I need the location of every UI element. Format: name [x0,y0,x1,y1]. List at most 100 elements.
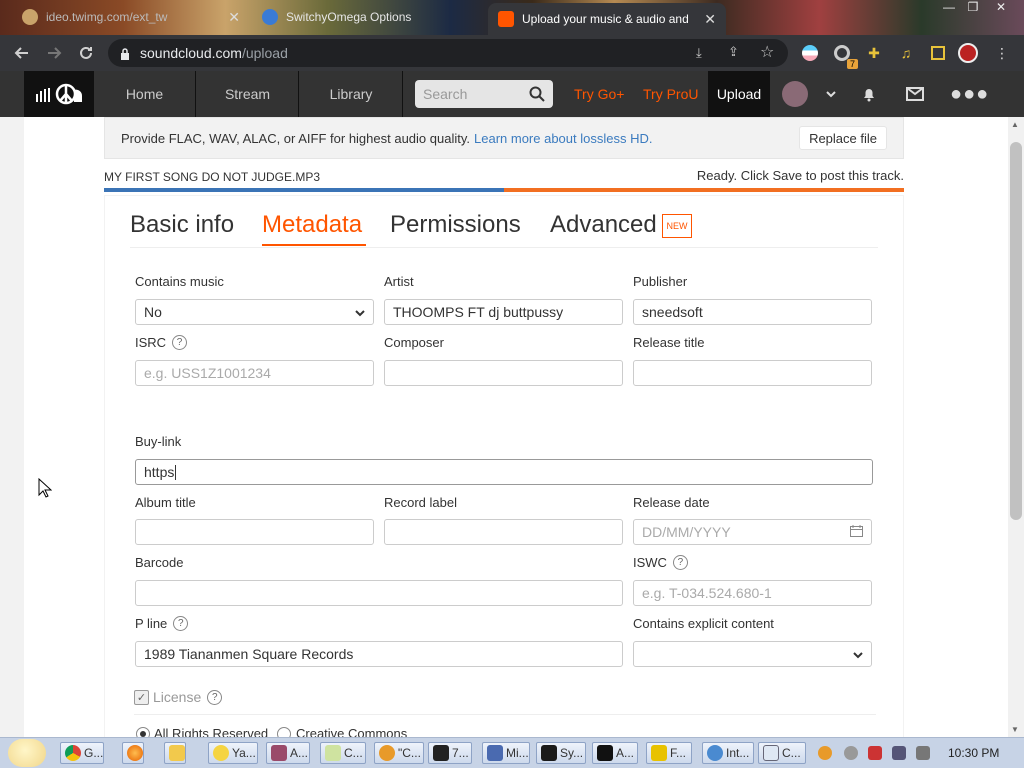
extension-badge-icon[interactable]: 7 [832,43,858,69]
barcode-field[interactable] [135,580,623,606]
explicit-content-label: Contains explicit content [633,616,774,631]
explicit-content-select[interactable] [633,641,872,667]
scroll-up-icon[interactable]: ▲ [1011,120,1019,129]
help-icon[interactable]: ? [172,335,188,350]
taskbar-clock[interactable]: 10:30 PM [948,746,999,760]
taskbar-item-chrome[interactable]: G... [60,742,104,764]
chart-app-icon [541,745,557,761]
nav-home[interactable]: Home [94,71,196,117]
tab-metadata[interactable]: Metadata [262,211,362,239]
side-panel-icon[interactable] [928,43,948,63]
taskbar-item-a1[interactable]: A... [266,742,310,764]
taskbar-item-internet[interactable]: Int... [702,742,754,764]
calendar-icon[interactable] [850,524,863,540]
close-window-icon[interactable]: ✕ [990,0,1012,16]
lossless-learn-more-link[interactable]: Learn more about lossless HD. [474,131,652,146]
browser-tab-soundcloud[interactable]: Upload your music & audio and ✕ [488,3,726,35]
p-line-label-text: P line [135,616,168,631]
soundcloud-header: Home Stream Library Search Try Go+ Try P… [0,71,1024,117]
nav-library[interactable]: Library [300,71,403,117]
taskbar-item-c[interactable]: C... [758,742,806,764]
more-options-icon[interactable]: ●●● [950,71,989,117]
app-icon [271,745,287,761]
volume-tray-icon[interactable] [916,746,930,760]
iswc-label-text: ISWC [633,555,667,570]
publisher-field[interactable]: sneedsoft [633,299,872,325]
taskbar-item-search[interactable]: "C... [374,742,424,764]
scroll-down-icon[interactable]: ▼ [1011,725,1019,734]
minimize-icon[interactable]: — [938,0,960,16]
network-tray-icon[interactable] [892,746,906,760]
browser-tab-twimg[interactable]: ideo.twimg.com/ext_tw ✕ [12,3,250,31]
share-icon[interactable]: ⇪ [728,44,739,60]
iswc-label: ISWC ? [633,555,688,570]
replace-file-button[interactable]: Replace file [799,126,887,150]
notifications-bell-icon[interactable] [861,71,877,117]
puzzle-extension-icon[interactable]: ✚ [864,43,884,63]
forward-icon[interactable] [40,39,68,67]
taskbar-item-notepad[interactable]: C... [320,742,366,764]
search-icon[interactable] [529,86,545,102]
taskbar-item-cmd[interactable]: A... [592,742,638,764]
tab-basic-info[interactable]: Basic info [130,211,234,239]
taskbar-item-firefox[interactable] [122,742,144,764]
tab-advanced[interactable]: Advanced [550,211,657,239]
help-icon[interactable]: ? [207,689,223,705]
bookmark-star-icon[interactable]: ☆ [760,42,774,62]
browser-tab-switchyomega[interactable]: SwitchyOmega Options [252,3,484,31]
flag-extension-icon[interactable] [800,43,820,63]
tab-close-icon[interactable]: ✕ [220,9,240,26]
composer-field[interactable] [384,360,623,386]
upload-status: Ready. Click Save to post this track. [696,168,904,183]
contains-music-select[interactable]: No [135,299,374,325]
record-label-label: Record label [384,495,457,510]
isrc-field[interactable]: e.g. USS1Z1001234 [135,360,374,386]
help-icon[interactable]: ? [173,616,189,631]
release-title-field[interactable] [633,360,872,386]
nav-stream[interactable]: Stream [197,71,299,117]
artist-field[interactable]: THOOMPS FT dj buttpussy [384,299,623,325]
try-pro-link[interactable]: Try ProU [643,71,698,117]
browser-menu-icon[interactable]: ⋮ [992,43,1012,63]
chevron-down-icon[interactable] [826,71,836,117]
record-label-field[interactable] [384,519,623,545]
security-tray-icon[interactable] [868,746,882,760]
taskbar-item-f[interactable]: F... [646,742,692,764]
p-line-field[interactable]: 1989 Tiananmen Square Records [135,641,623,667]
tab-close-icon[interactable]: ✕ [696,11,716,28]
search-tray-icon[interactable] [818,746,832,760]
text-caret [175,464,177,480]
album-title-field[interactable] [135,519,374,545]
license-checkbox[interactable]: ✓ [134,690,149,705]
try-go-plus-link[interactable]: Try Go+ [574,71,624,117]
messages-mail-icon[interactable] [906,71,924,117]
taskbar-item-sy[interactable]: Sy... [536,742,586,764]
taskbar-item-yahoo[interactable]: Ya... [208,742,258,764]
start-button[interactable] [8,739,46,767]
taskbar-label: "C... [398,746,421,760]
address-bar[interactable]: soundcloud.com /upload ⤓ ⇪ ☆ [108,39,788,67]
help-icon[interactable]: ? [672,555,688,570]
release-date-field[interactable]: DD/MM/YYYY [633,519,872,545]
profile-avatar-icon[interactable] [958,43,978,63]
upload-progress-bar [104,188,504,192]
taskbar-item-7zip[interactable]: 7... [428,742,472,764]
buy-link-field[interactable]: https [135,459,873,485]
search-input[interactable]: Search [415,80,553,108]
messenger-tray-icon[interactable] [844,746,858,760]
user-avatar[interactable] [782,81,808,107]
maximize-icon[interactable]: ❐ [962,0,984,16]
tab-permissions[interactable]: Permissions [390,211,521,239]
taskbar-item-folder[interactable] [164,742,186,764]
buy-link-label: Buy-link [135,434,182,449]
taskbar-item-mi[interactable]: Mi... [482,742,530,764]
install-app-icon[interactable]: ⤓ [696,45,702,61]
soundcloud-logo-icon[interactable] [24,71,94,117]
publisher-label: Publisher [633,274,688,289]
iswc-field[interactable]: e.g. T-034.524.680-1 [633,580,872,606]
scrollbar-thumb[interactable] [1010,142,1022,520]
nav-upload[interactable]: Upload [708,71,770,117]
media-control-icon[interactable]: ♫ [896,43,916,63]
reload-icon[interactable] [72,39,100,67]
back-icon[interactable] [8,39,36,67]
